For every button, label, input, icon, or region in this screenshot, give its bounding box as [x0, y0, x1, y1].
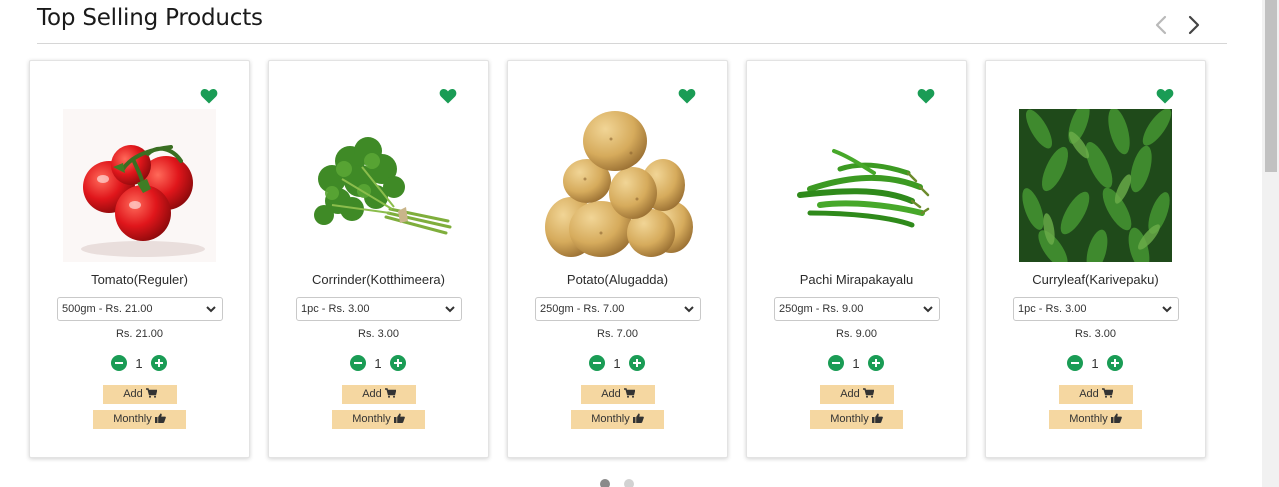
thumbs-up-icon [154, 413, 166, 423]
minus-circle-icon[interactable] [350, 355, 366, 371]
chevron-down-icon [206, 306, 216, 313]
minus-circle-icon[interactable] [1067, 355, 1083, 371]
quantity-value: 1 [374, 356, 382, 371]
thumbs-up-icon [393, 413, 405, 423]
product-name: Corrinder(Kotthimeera) [312, 272, 445, 287]
heart-icon[interactable] [1156, 88, 1174, 104]
heart-icon[interactable] [678, 88, 696, 104]
cart-icon [1101, 388, 1114, 398]
product-price: Rs. 3.00 [1075, 328, 1116, 340]
curry-leaf-image [1019, 109, 1172, 262]
potato-image [541, 109, 694, 262]
add-button-label: Add [123, 388, 143, 400]
minus-circle-icon[interactable] [828, 355, 844, 371]
product-name: Tomato(Reguler) [91, 272, 188, 287]
plus-circle-icon[interactable] [629, 355, 645, 371]
variant-select-value: 1pc - Rs. 3.00 [301, 303, 370, 315]
product-card: Potato(Alugadda) 250gm - Rs. 7.00 Rs. 7.… [507, 60, 728, 458]
product-price: Rs. 3.00 [358, 328, 399, 340]
section-title: Top Selling Products [37, 5, 263, 31]
coriander-image [302, 109, 455, 262]
variant-select-value: 500gm - Rs. 21.00 [62, 303, 153, 315]
minus-circle-icon[interactable] [111, 355, 127, 371]
quantity-value: 1 [1091, 356, 1099, 371]
product-card: Pachi Mirapakayalu 250gm - Rs. 9.00 Rs. … [746, 60, 967, 458]
thumbs-up-icon [871, 413, 883, 423]
product-name: Pachi Mirapakayalu [799, 272, 914, 287]
monthly-button-label: Monthly [113, 413, 152, 425]
product-card: Tomato(Reguler) 500gm - Rs. 21.00 Rs. 21… [29, 60, 250, 458]
chevron-down-icon [445, 306, 455, 313]
monthly-button-label: Monthly [352, 413, 391, 425]
add-to-cart-button[interactable]: Add [342, 385, 416, 404]
chevron-left-icon[interactable] [1151, 14, 1173, 36]
monthly-button[interactable]: Monthly [571, 410, 664, 429]
variant-select-value: 250gm - Rs. 9.00 [779, 303, 864, 315]
variant-select[interactable]: 250gm - Rs. 9.00 [774, 297, 940, 321]
cart-icon [623, 388, 636, 398]
add-button-label: Add [1079, 388, 1099, 400]
thumbs-up-icon [1110, 413, 1122, 423]
plus-circle-icon[interactable] [1107, 355, 1123, 371]
plus-circle-icon[interactable] [151, 355, 167, 371]
product-card: Curryleaf(Karivepaku) 1pc - Rs. 3.00 Rs.… [985, 60, 1206, 458]
quantity-value: 1 [135, 356, 143, 371]
cart-icon [384, 388, 397, 398]
plus-circle-icon[interactable] [390, 355, 406, 371]
minus-circle-icon[interactable] [589, 355, 605, 371]
quantity-value: 1 [852, 356, 860, 371]
monthly-button[interactable]: Monthly [93, 410, 186, 429]
variant-select[interactable]: 500gm - Rs. 21.00 [57, 297, 223, 321]
chevron-down-icon [923, 306, 933, 313]
quantity-stepper: 1 [828, 354, 888, 372]
add-button-label: Add [840, 388, 860, 400]
scrollbar-thumb[interactable] [1265, 0, 1277, 172]
variant-select[interactable]: 250gm - Rs. 7.00 [535, 297, 701, 321]
variant-select-value: 250gm - Rs. 7.00 [540, 303, 625, 315]
quantity-stepper: 1 [589, 354, 649, 372]
product-price: Rs. 7.00 [597, 328, 638, 340]
green-chilli-image [780, 109, 933, 262]
quantity-stepper: 1 [1067, 354, 1127, 372]
product-price: Rs. 9.00 [836, 328, 877, 340]
quantity-stepper: 1 [350, 354, 410, 372]
variant-select[interactable]: 1pc - Rs. 3.00 [1013, 297, 1179, 321]
variant-select[interactable]: 1pc - Rs. 3.00 [296, 297, 462, 321]
monthly-button-label: Monthly [591, 413, 630, 425]
heart-icon[interactable] [439, 88, 457, 104]
add-to-cart-button[interactable]: Add [1059, 385, 1133, 404]
add-to-cart-button[interactable]: Add [581, 385, 655, 404]
title-divider [37, 43, 1227, 44]
quantity-stepper: 1 [111, 354, 171, 372]
monthly-button[interactable]: Monthly [332, 410, 425, 429]
product-card: Corrinder(Kotthimeera) 1pc - Rs. 3.00 Rs… [268, 60, 489, 458]
tomato-image [63, 109, 216, 262]
carousel-dot-active[interactable] [600, 479, 610, 487]
add-to-cart-button[interactable]: Add [103, 385, 177, 404]
add-to-cart-button[interactable]: Add [820, 385, 894, 404]
add-button-label: Add [601, 388, 621, 400]
monthly-button-label: Monthly [1069, 413, 1108, 425]
heart-icon[interactable] [917, 88, 935, 104]
chevron-down-icon [684, 306, 694, 313]
cart-icon [862, 388, 875, 398]
plus-circle-icon[interactable] [868, 355, 884, 371]
chevron-right-icon[interactable] [1182, 14, 1204, 36]
product-name: Potato(Alugadda) [566, 272, 669, 287]
monthly-button-label: Monthly [830, 413, 869, 425]
quantity-value: 1 [613, 356, 621, 371]
add-button-label: Add [362, 388, 382, 400]
heart-icon[interactable] [200, 88, 218, 104]
product-name: Curryleaf(Karivepaku) [1032, 272, 1159, 287]
monthly-button[interactable]: Monthly [1049, 410, 1142, 429]
cart-icon [145, 388, 158, 398]
thumbs-up-icon [632, 413, 644, 423]
chevron-down-icon [1162, 306, 1172, 313]
carousel-dot[interactable] [624, 479, 634, 487]
product-price: Rs. 21.00 [115, 328, 164, 340]
monthly-button[interactable]: Monthly [810, 410, 903, 429]
variant-select-value: 1pc - Rs. 3.00 [1018, 303, 1087, 315]
